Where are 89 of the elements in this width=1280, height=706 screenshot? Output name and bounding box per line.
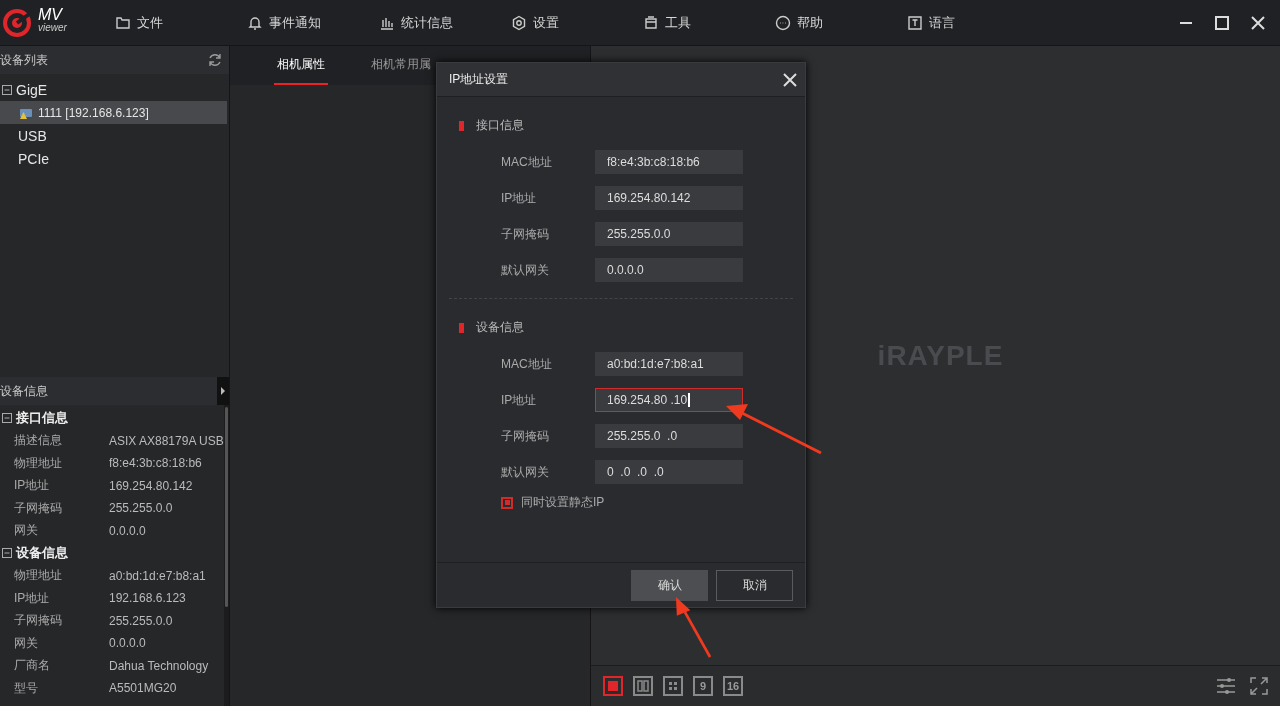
columns-icon: [637, 680, 649, 692]
menu-item[interactable]: 设置: [511, 13, 643, 32]
section-marker: [459, 322, 464, 333]
layout-button[interactable]: [633, 676, 653, 696]
property-label: 厂商名: [14, 657, 51, 675]
group-title: 设备信息: [16, 544, 68, 563]
field-label: 子网掩码: [501, 225, 550, 243]
property-value: 192.168.6.123: [109, 591, 186, 606]
input-field[interactable]: a0:bd:1d:e7:b8:a1: [595, 352, 743, 376]
layout-button[interactable]: 9: [693, 676, 713, 696]
dialog-title: IP地址设置: [449, 71, 509, 88]
fullscreen-icon[interactable]: [1250, 677, 1268, 695]
scrollbar[interactable]: [223, 405, 229, 706]
briefcase-icon: [643, 14, 659, 31]
property-label: 子网掩码: [14, 499, 63, 517]
field-label: IP地址: [501, 391, 538, 409]
input-field[interactable]: f8:e4:3b:c8:18:b6: [595, 150, 743, 174]
field-label: MAC地址: [501, 355, 553, 373]
property-label: 物理地址: [14, 454, 63, 472]
property-label: IP地址: [14, 477, 51, 495]
tree-item[interactable]: 1111 [192.168.6.123]: [0, 101, 227, 124]
section-title: 接口信息: [476, 117, 524, 134]
close-icon[interactable]: [783, 72, 797, 87]
tree-item[interactable]: PCIe: [0, 147, 227, 170]
field-label: 子网掩码: [501, 427, 550, 445]
grid-icon: [667, 680, 679, 692]
property-value: a0:bd:1d:e7:b8:a1: [109, 568, 206, 583]
section-title: 设备信息: [476, 319, 524, 336]
field-label: IP地址: [501, 189, 538, 207]
property-label: 网关: [14, 522, 39, 540]
tab[interactable]: 相机属性: [274, 46, 328, 85]
property-value: ASIX AX88179A USB: [109, 433, 224, 448]
property-label: 子网掩码: [14, 612, 63, 630]
menu-item[interactable]: 工具: [643, 13, 775, 32]
menu-item[interactable]: 语言: [907, 13, 1039, 32]
property-value: 0.0.0.0: [109, 636, 146, 651]
property-value: Dahua Technology: [109, 658, 209, 673]
text-icon: [907, 14, 923, 31]
property-value: 255.255.0.0: [109, 613, 173, 628]
logo-subtext: viewer: [38, 22, 67, 33]
logo-text: MV: [38, 6, 64, 23]
field-label: 默认网关: [501, 261, 550, 279]
menu-item[interactable]: 统计信息: [379, 13, 511, 32]
section-marker: [459, 120, 464, 131]
panel-title: 设备信息: [0, 382, 48, 400]
collapse-icon[interactable]: [2, 548, 12, 559]
settings-icon: [511, 14, 527, 31]
property-label: 网关: [14, 634, 39, 652]
ellipsis-icon: [775, 14, 791, 31]
layout-button[interactable]: 16: [723, 676, 743, 696]
tab[interactable]: 相机常用属: [368, 46, 434, 85]
input-field[interactable]: 0 .0 .0 .0: [595, 460, 743, 484]
cancel-button[interactable]: 取消: [716, 569, 793, 601]
maximize-icon[interactable]: [1214, 14, 1230, 31]
input-field[interactable]: 255.255.0.0: [595, 222, 743, 246]
confirm-button[interactable]: 确认: [631, 569, 708, 601]
tree-item[interactable]: GigE: [0, 78, 227, 101]
layout-button[interactable]: [603, 676, 623, 696]
property-value: A5501MG20: [109, 681, 177, 696]
tree-item[interactable]: USB: [0, 124, 227, 147]
property-label: IP地址: [14, 589, 51, 607]
property-value: 0.0.0.0: [109, 523, 146, 538]
field-label: MAC地址: [501, 153, 553, 171]
property-value: 255.255.0.0: [109, 501, 173, 516]
collapse-icon[interactable]: [2, 413, 12, 424]
menu-item[interactable]: 事件通知: [247, 13, 379, 32]
property-label: 物理地址: [14, 567, 63, 585]
collapse-icon[interactable]: [2, 84, 12, 95]
property-label: 描述信息: [14, 432, 63, 450]
input-field[interactable]: 169.254.80 .10: [595, 388, 743, 412]
menu-item[interactable]: 文件: [115, 13, 247, 32]
panel-title: 设备列表: [0, 51, 48, 69]
property-value: 169.254.80.142: [109, 478, 193, 493]
checkbox-label: 同时设置静态IP: [521, 494, 605, 511]
property-label: 型号: [14, 679, 39, 697]
close-icon[interactable]: [1250, 14, 1266, 31]
group-title: 接口信息: [16, 409, 68, 428]
refresh-icon[interactable]: [207, 52, 223, 68]
field-label: 默认网关: [501, 463, 550, 481]
property-value: f8:e4:3b:c8:18:b6: [109, 456, 202, 471]
sliders-icon[interactable]: [1216, 677, 1236, 695]
input-field[interactable]: 255.255.0 .0: [595, 424, 743, 448]
menu-item[interactable]: 帮助: [775, 13, 907, 32]
folder-icon: [115, 14, 131, 31]
bell-icon: [247, 14, 263, 31]
checkbox[interactable]: [501, 496, 513, 509]
input-field[interactable]: 0.0.0.0: [595, 258, 743, 282]
input-field[interactable]: 169.254.80.142: [595, 186, 743, 210]
layout-button[interactable]: [663, 676, 683, 696]
